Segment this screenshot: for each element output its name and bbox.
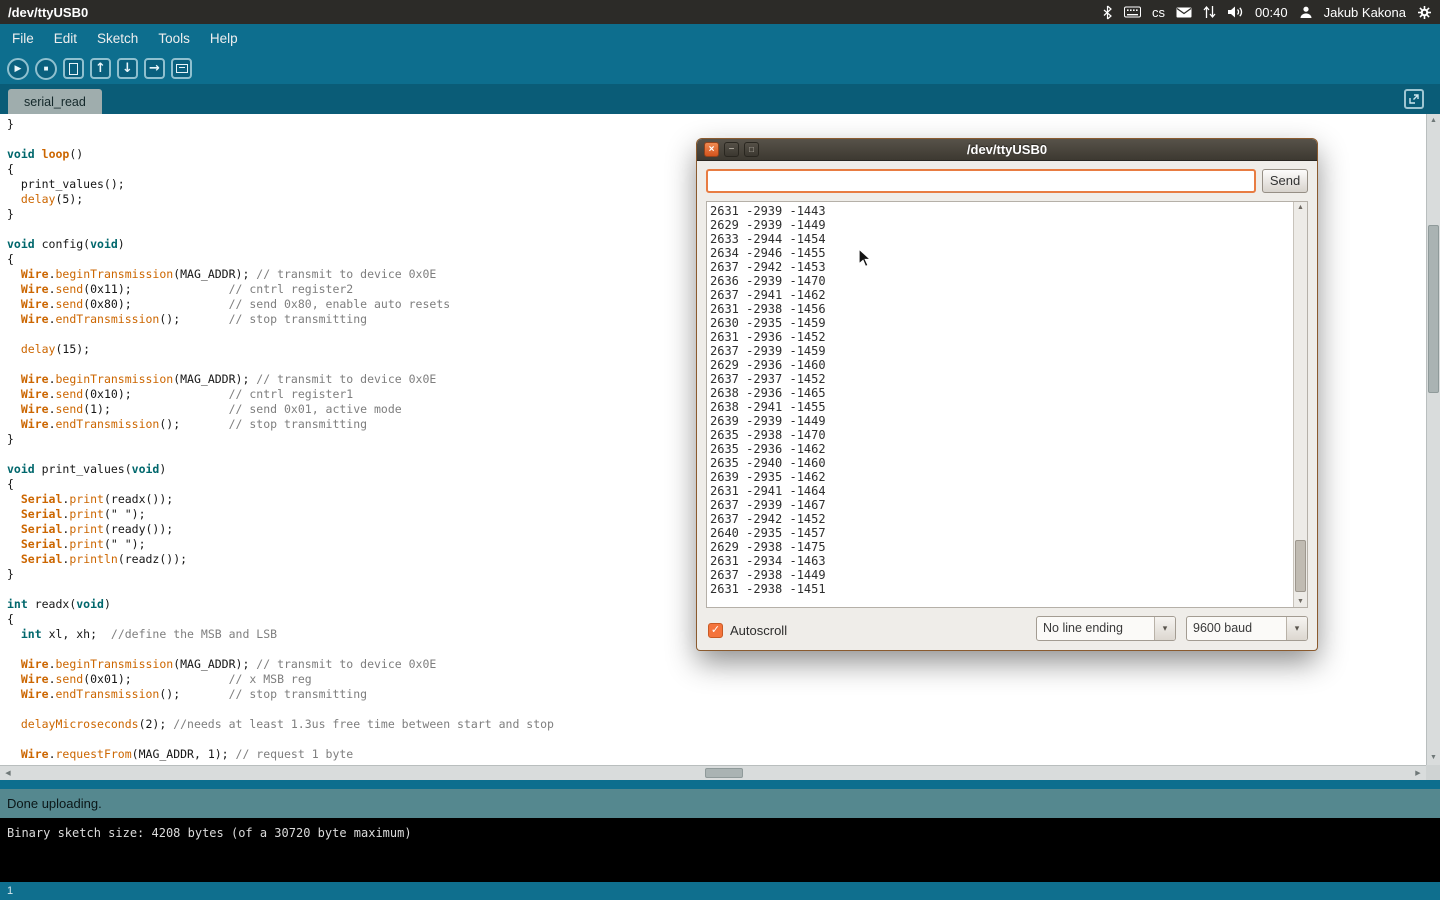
mail-icon[interactable] bbox=[1176, 7, 1192, 18]
system-tray: cs 00:40 Jakub Kakona bbox=[1102, 0, 1432, 24]
baud-rate-dropdown[interactable]: 9600 baud ▾ bbox=[1186, 616, 1308, 641]
output-scroll-up-icon[interactable]: ▲ bbox=[1294, 202, 1307, 213]
mouse-cursor-icon bbox=[858, 248, 872, 273]
upload-icon: → bbox=[149, 62, 160, 75]
keyboard-layout-indicator[interactable]: cs bbox=[1152, 5, 1165, 20]
keyboard-icon[interactable] bbox=[1124, 6, 1141, 18]
menu-item-sketch[interactable]: Sketch bbox=[87, 24, 148, 53]
serial-monitor-button[interactable] bbox=[171, 58, 192, 79]
tab-menu-icon bbox=[1408, 93, 1420, 105]
console-text: Binary sketch size: 4208 bytes (of a 307… bbox=[0, 818, 1440, 840]
status-message: Done uploading. bbox=[7, 796, 102, 811]
autoscroll-checkbox[interactable]: ✓ bbox=[708, 623, 723, 638]
menu-item-help[interactable]: Help bbox=[200, 24, 248, 53]
scroll-up-icon[interactable]: ▲ bbox=[1427, 115, 1440, 127]
serial-monitor-window: × − □ /dev/ttyUSB0 Send 2631 -2939 -1443… bbox=[697, 139, 1317, 650]
top-panel: /dev/ttyUSB0 cs 00:40 Jakub Kakona bbox=[0, 0, 1440, 24]
save-icon: ↓ bbox=[122, 62, 133, 75]
close-button[interactable]: × bbox=[704, 142, 719, 157]
minimize-icon: − bbox=[729, 144, 735, 155]
close-icon: × bbox=[709, 144, 715, 155]
verify-button[interactable]: ▶ bbox=[7, 58, 29, 80]
new-file-icon bbox=[69, 63, 78, 75]
window-title: /dev/ttyUSB0 bbox=[8, 5, 88, 20]
verify-icon: ▶ bbox=[15, 63, 22, 74]
stop-icon: ■ bbox=[44, 64, 49, 73]
serial-output-area[interactable]: 2631 -2939 -1443 2629 -2939 -1449 2633 -… bbox=[706, 201, 1308, 608]
line-ending-dropdown[interactable]: No line ending ▾ bbox=[1036, 616, 1176, 641]
line-ending-value: No line ending bbox=[1037, 617, 1154, 640]
send-button[interactable]: Send bbox=[1262, 169, 1308, 193]
status-bar: Done uploading. bbox=[0, 789, 1440, 818]
tab-menu-button[interactable] bbox=[1404, 89, 1424, 109]
scroll-left-icon[interactable]: ◀ bbox=[2, 767, 14, 780]
serial-monitor-icon bbox=[176, 64, 188, 73]
editor-vscrollbar-thumb[interactable] bbox=[1428, 225, 1439, 393]
autoscroll-label[interactable]: Autoscroll bbox=[730, 623, 787, 638]
serial-output: 2631 -2939 -1443 2629 -2939 -1449 2633 -… bbox=[710, 204, 826, 596]
editor-vscrollbar[interactable]: ▲ ▼ bbox=[1426, 114, 1440, 765]
footer-strip: 1 bbox=[0, 882, 1440, 900]
serial-output-scrollbar[interactable]: ▲ ▼ bbox=[1293, 202, 1307, 607]
toolbar: ▶ ■ ↑ ↓ → bbox=[0, 53, 1440, 84]
maximize-button[interactable]: □ bbox=[744, 142, 759, 157]
scroll-down-icon[interactable]: ▼ bbox=[1427, 752, 1440, 764]
tab-serial-read[interactable]: serial_read bbox=[8, 89, 102, 114]
minimize-button[interactable]: − bbox=[724, 142, 739, 157]
output-scroll-down-icon[interactable]: ▼ bbox=[1294, 596, 1307, 607]
console-output: Binary sketch size: 4208 bytes (of a 307… bbox=[0, 818, 1440, 882]
tab-label: serial_read bbox=[24, 95, 86, 109]
status-gap bbox=[0, 780, 1440, 789]
user-icon bbox=[1299, 5, 1313, 19]
menu-bar: File Edit Sketch Tools Help bbox=[0, 24, 1440, 53]
username[interactable]: Jakub Kakona bbox=[1324, 5, 1406, 20]
open-button[interactable]: ↑ bbox=[90, 58, 111, 79]
volume-icon[interactable] bbox=[1227, 5, 1244, 19]
upload-button[interactable]: → bbox=[144, 58, 165, 79]
network-transfer-icon[interactable] bbox=[1203, 5, 1216, 19]
stop-button[interactable]: ■ bbox=[35, 58, 57, 80]
menu-item-tools[interactable]: Tools bbox=[148, 24, 200, 53]
checkmark-icon: ✓ bbox=[711, 624, 720, 636]
save-button[interactable]: ↓ bbox=[117, 58, 138, 79]
scrollbar-corner bbox=[1426, 765, 1440, 780]
line-indicator: 1 bbox=[7, 885, 13, 897]
open-icon: ↑ bbox=[95, 62, 106, 75]
serial-monitor-titlebar[interactable]: × − □ /dev/ttyUSB0 bbox=[697, 139, 1317, 161]
new-sketch-button[interactable] bbox=[63, 58, 84, 79]
gear-icon[interactable] bbox=[1417, 5, 1432, 20]
scroll-right-icon[interactable]: ▶ bbox=[1412, 767, 1424, 780]
serial-input[interactable] bbox=[706, 169, 1256, 193]
menu-item-file[interactable]: File bbox=[2, 24, 44, 53]
tab-strip: serial_read bbox=[0, 84, 1440, 114]
menu-item-edit[interactable]: Edit bbox=[44, 24, 87, 53]
clock[interactable]: 00:40 bbox=[1255, 5, 1288, 20]
baud-rate-value: 9600 baud bbox=[1187, 617, 1286, 640]
editor-hscrollbar-thumb[interactable] bbox=[705, 768, 743, 778]
serial-monitor-title: /dev/ttyUSB0 bbox=[697, 139, 1317, 161]
maximize-icon: □ bbox=[749, 145, 754, 154]
serial-output-scrollbar-thumb[interactable] bbox=[1295, 540, 1306, 592]
bluetooth-icon[interactable] bbox=[1102, 5, 1113, 20]
chevron-down-icon[interactable]: ▾ bbox=[1286, 617, 1307, 640]
editor-hscrollbar[interactable]: ◀ ▶ bbox=[0, 765, 1426, 780]
chevron-down-icon[interactable]: ▾ bbox=[1154, 617, 1175, 640]
